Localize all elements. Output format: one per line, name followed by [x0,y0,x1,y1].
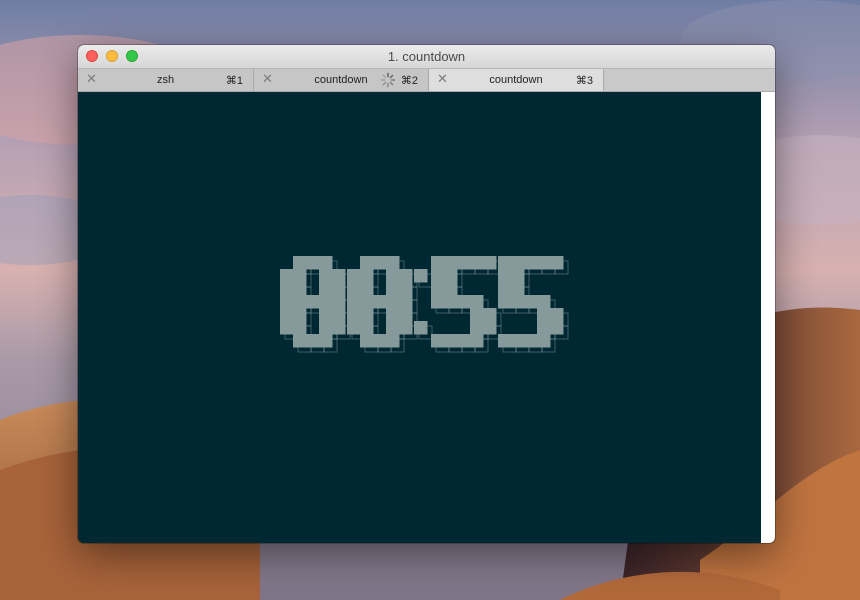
countdown-digit [280,256,351,353]
scrollbar-track[interactable] [761,92,775,543]
tab-bar-empty-area[interactable] [604,69,775,91]
window-title: 1. countdown [387,49,466,64]
terminal-pane[interactable] [78,92,775,543]
tab-countdown-2[interactable]: ✕ countdown ⌘2 [254,69,429,91]
spinner-icon [380,72,396,88]
tab-shortcut: ⌘2 [400,75,418,87]
countdown-display [280,256,569,353]
terminal-window[interactable]: 1. countdown ✕ zsh ⌘1 ✕ countdown ⌘2 ✕ c… [78,45,775,543]
desktop: 1. countdown ✕ zsh ⌘1 ✕ countdown ⌘2 ✕ c… [0,0,860,600]
scrollbar[interactable] [761,92,775,543]
countdown-digit [347,256,418,353]
tab-bar: ✕ zsh ⌘1 ✕ countdown ⌘2 ✕ countdown ⌘3 [78,69,775,92]
title-bar[interactable]: 1. countdown [78,45,775,69]
tab-shortcut: ⌘3 [575,75,593,87]
tab-countdown-3[interactable]: ✕ countdown ⌘3 [429,69,604,91]
tab-zsh[interactable]: ✕ zsh ⌘1 [78,69,254,91]
tab-shortcut: ⌘1 [225,75,243,87]
countdown-digit [498,256,569,353]
countdown-digit [431,256,502,353]
